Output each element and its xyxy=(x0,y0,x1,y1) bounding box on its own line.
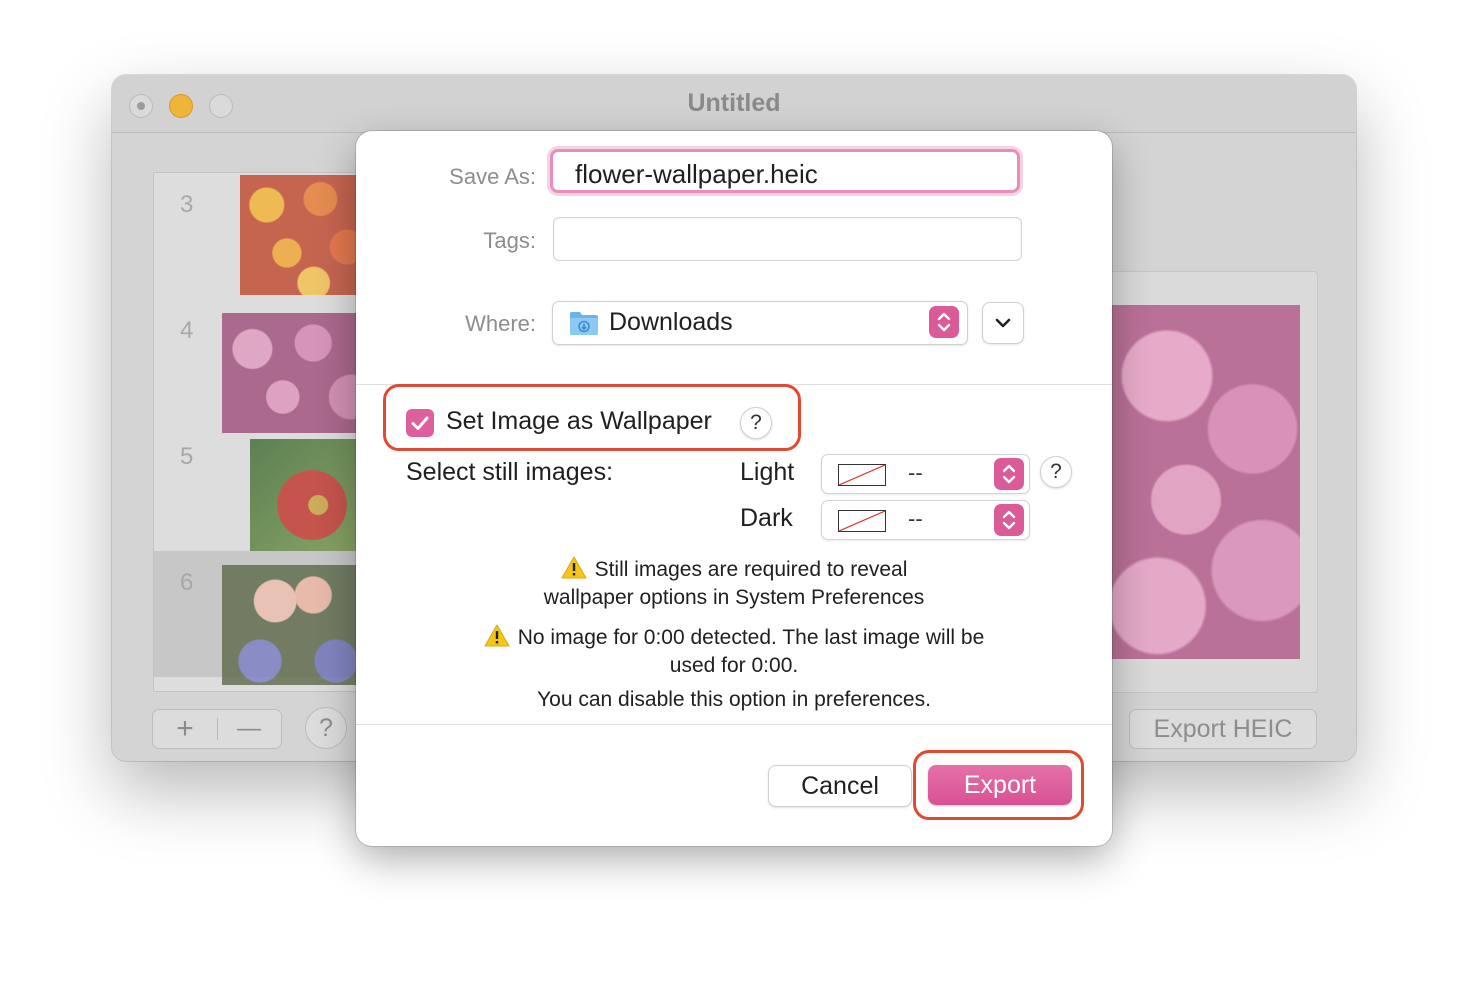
warning-line: Still images are required to reveal xyxy=(594,558,908,581)
thumbnail-row[interactable]: 3 xyxy=(154,173,374,299)
still-images-warning: Still images are required to reveal wall… xyxy=(356,556,1112,612)
set-wallpaper-checkbox[interactable] xyxy=(406,409,434,437)
empty-swatch-icon xyxy=(838,510,886,532)
thumbnail-image xyxy=(240,175,374,295)
thumbnail-number: 3 xyxy=(180,191,194,218)
disable-option-note: You can disable this option in preferenc… xyxy=(537,688,931,711)
export-button[interactable]: Export xyxy=(928,765,1072,805)
expand-browser-button[interactable] xyxy=(982,302,1024,344)
thumbnail-list[interactable]: 3 4 5 6 xyxy=(153,172,375,692)
where-value: Downloads xyxy=(609,308,733,336)
dark-image-value: -- xyxy=(908,506,923,531)
add-image-button[interactable]: + xyxy=(153,710,217,748)
checkmark-icon xyxy=(411,416,429,430)
title-bar: Untitled xyxy=(112,75,1356,133)
light-label: Light xyxy=(740,458,795,486)
tags-label: Tags: xyxy=(483,228,536,253)
save-as-label: Save As: xyxy=(449,164,536,189)
empty-swatch-icon xyxy=(838,464,886,486)
remove-image-button[interactable]: — xyxy=(217,710,281,748)
wallpaper-help-button[interactable]: ? xyxy=(740,407,772,439)
thumbnail-row[interactable]: 4 xyxy=(154,299,374,433)
footer-divider xyxy=(356,724,1112,725)
warning-line: No image for 0:00 detected. The last ima… xyxy=(517,626,985,649)
no-image-warning: No image for 0:00 detected. The last ima… xyxy=(356,624,1112,680)
dark-stepper-icon xyxy=(994,504,1024,536)
window-help-button[interactable]: ? xyxy=(305,707,347,749)
light-stepper-icon xyxy=(994,458,1024,490)
preview-image xyxy=(1110,305,1300,659)
window-title: Untitled xyxy=(687,89,781,117)
chevron-down-icon xyxy=(995,318,1011,328)
add-remove-control: + — xyxy=(152,709,282,749)
where-popup[interactable]: Downloads xyxy=(552,301,968,345)
thumbnail-image xyxy=(222,565,374,685)
warning-icon xyxy=(561,556,587,579)
save-as-field[interactable]: flower-wallpaper.heic xyxy=(550,149,1020,193)
tags-field[interactable] xyxy=(553,217,1022,261)
save-dialog: Save As: flower-wallpaper.heic Tags: Whe… xyxy=(356,131,1112,846)
still-images-help-button[interactable]: ? xyxy=(1040,456,1072,488)
export-heic-button[interactable]: Export HEIC xyxy=(1129,709,1317,749)
warning-line: used for 0:00. xyxy=(669,654,799,677)
thumbnail-row[interactable]: 5 xyxy=(154,425,374,559)
thumbnail-number: 6 xyxy=(180,569,194,596)
warning-line: wallpaper options in System Preferences xyxy=(543,586,925,609)
light-image-value: -- xyxy=(908,460,923,485)
warning-icon xyxy=(484,624,510,647)
dark-image-popup[interactable]: -- xyxy=(821,500,1030,540)
where-label: Where: xyxy=(465,311,536,336)
light-image-popup[interactable]: -- xyxy=(821,454,1030,494)
downloads-folder-icon xyxy=(570,312,598,335)
thumbnail-row-selected[interactable]: 6 xyxy=(154,551,374,685)
save-as-value: flower-wallpaper.heic xyxy=(575,159,818,189)
where-stepper-icon xyxy=(929,306,959,338)
dark-label: Dark xyxy=(740,504,793,532)
cancel-button[interactable]: Cancel xyxy=(768,765,912,807)
thumbnail-image xyxy=(222,313,374,433)
thumbnail-number: 5 xyxy=(180,443,194,470)
thumbnail-number: 4 xyxy=(180,317,194,344)
set-wallpaper-label: Set Image as Wallpaper xyxy=(446,407,712,435)
select-still-label: Select still images: xyxy=(406,458,614,486)
